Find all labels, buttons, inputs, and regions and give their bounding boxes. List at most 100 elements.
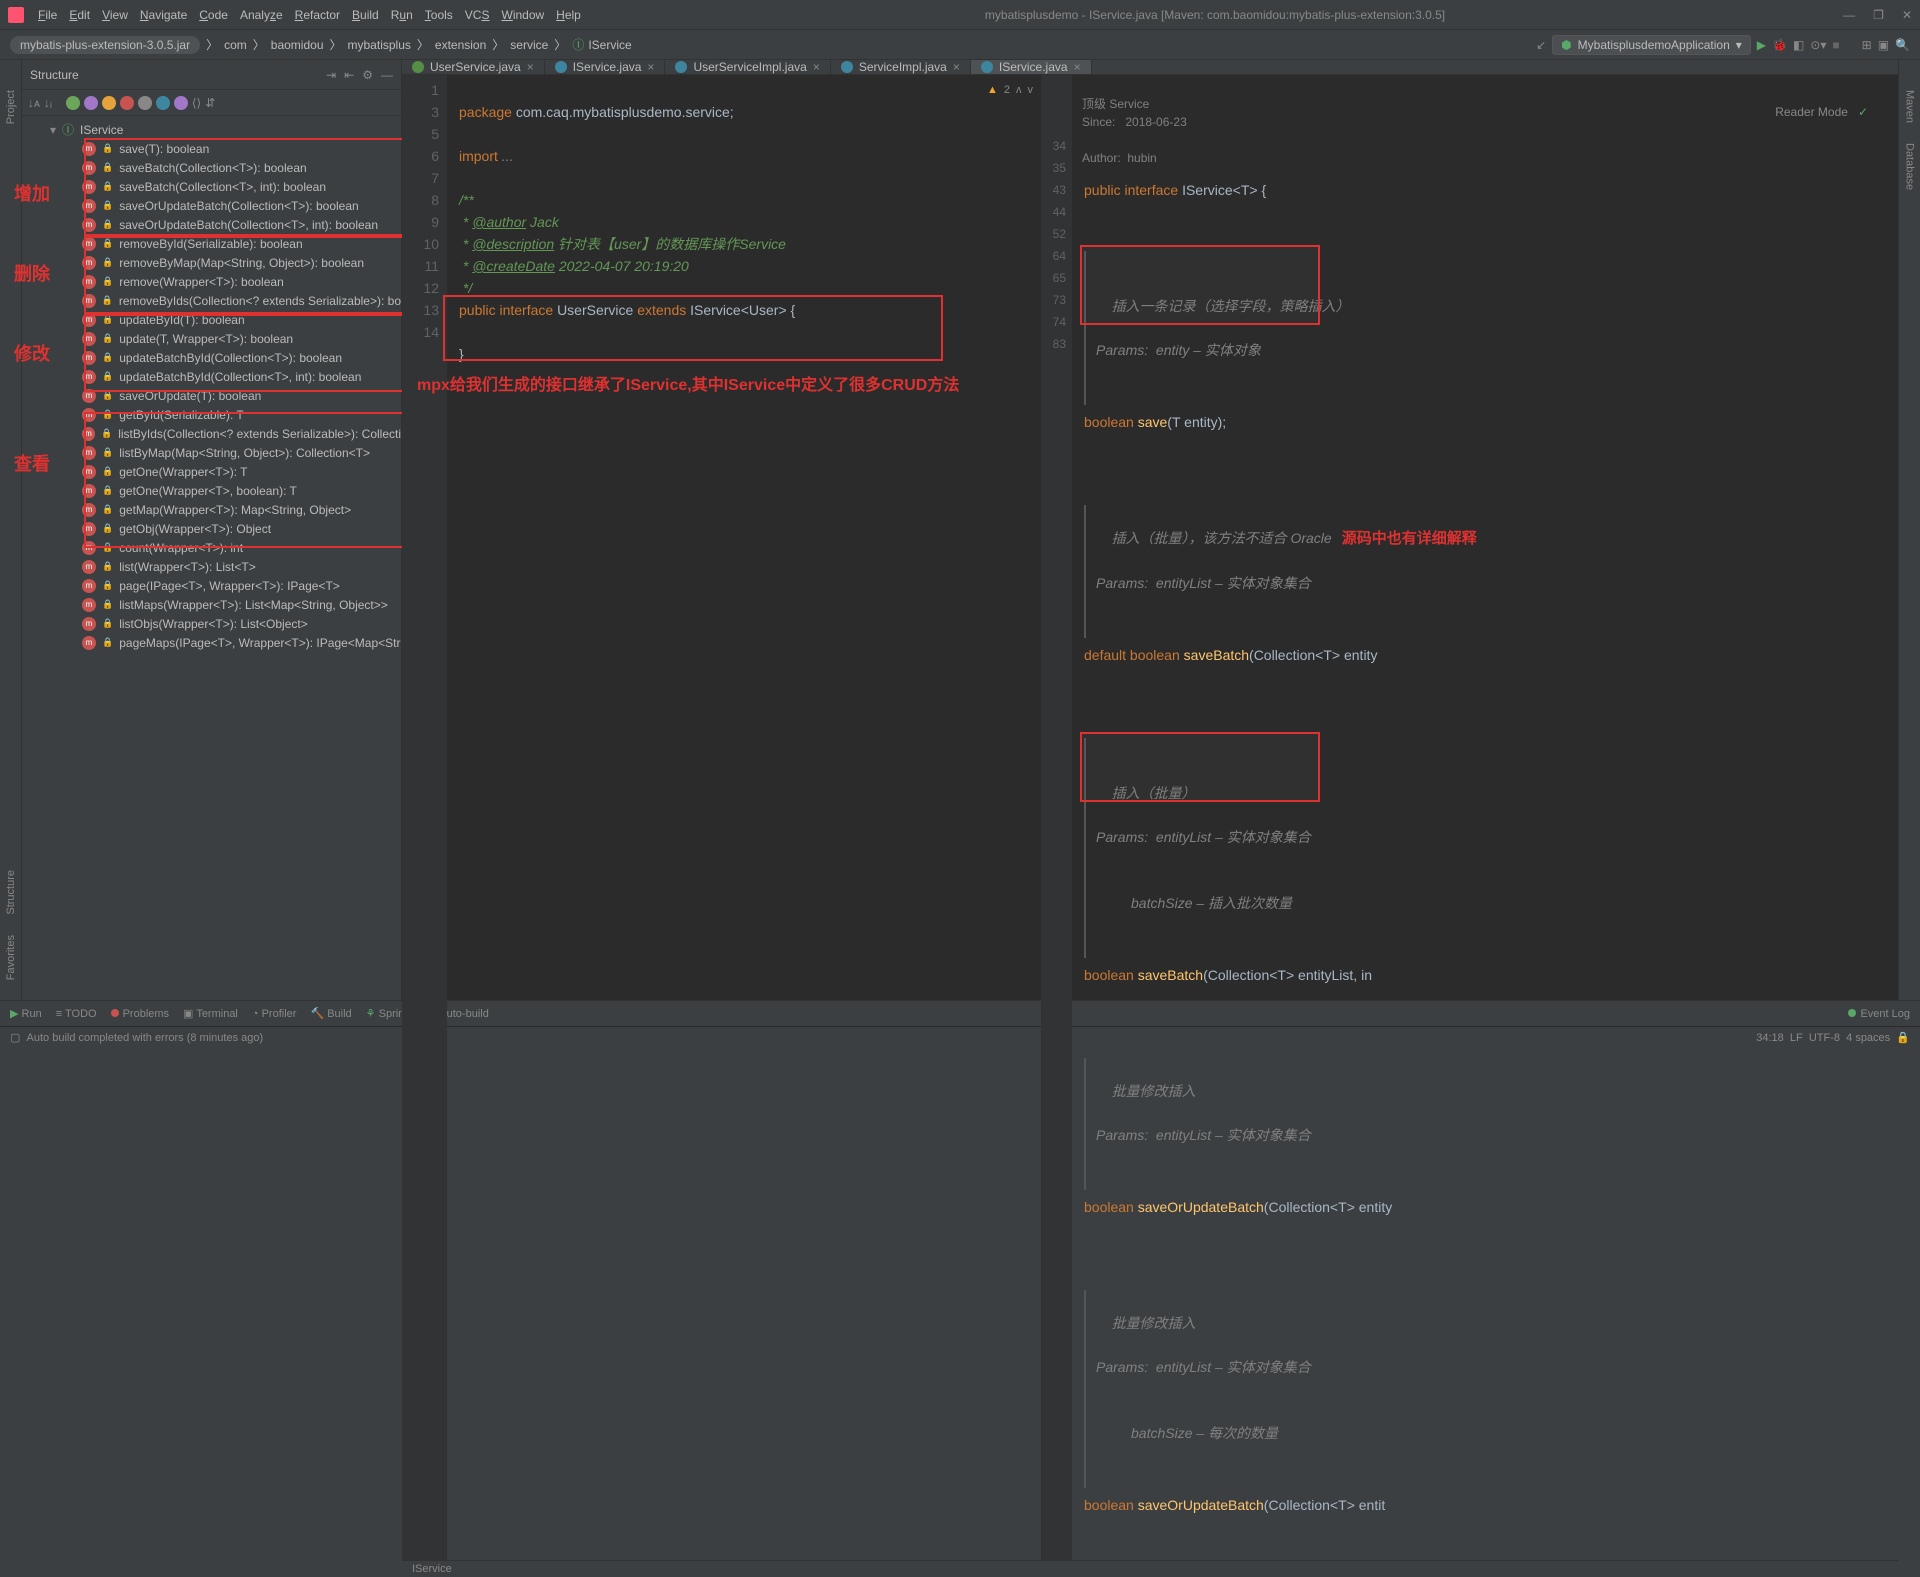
filter-inherited-icon[interactable] [138,96,152,110]
crumb-mybatisplus[interactable]: mybatisplus [348,38,411,52]
tree-method[interactable]: m🔒removeByIds(Collection<? extends Seria… [22,291,401,310]
search-icon[interactable]: 🔍 [1895,38,1910,52]
filter-lambda-icon[interactable] [174,96,188,110]
tree-method[interactable]: m🔒listByMap(Map<String, Object>): Collec… [22,443,401,462]
tab-close-icon[interactable]: × [647,60,654,74]
git-icon[interactable]: ⊞ [1862,38,1872,52]
tab-userservice-java[interactable]: UserService.java× [402,60,545,74]
sort-vis-icon[interactable]: ↓ᵢ [44,96,52,110]
tool-problems[interactable]: Problems [111,1008,169,1020]
editor-crumb-bar[interactable]: IService [402,1560,1898,1577]
sidebar-database[interactable]: Database [1904,143,1916,190]
reader-mode-toggle[interactable]: Reader Mode ✓ [1735,79,1868,145]
menu-refactor[interactable]: Refactor [289,8,346,22]
tab-userserviceimpl-java[interactable]: UserServiceImpl.java× [665,60,830,74]
close-icon[interactable]: ✕ [1902,8,1912,22]
filter-more-icon[interactable]: ⟨⟩ [192,96,201,110]
editor-right[interactable]: 34354344526465737483 顶级 Service Since: 2… [1042,75,1898,1560]
structure-collapse-icon[interactable]: ⇤ [344,68,354,82]
crumb-com[interactable]: com [224,38,247,52]
tree-method[interactable]: m🔒listObjs(Wrapper<T>): List<Object> [22,614,401,633]
menu-window[interactable]: Window [495,8,550,22]
tree-method[interactable]: m🔒saveOrUpdateBatch(Collection<T>): bool… [22,196,401,215]
tree-method[interactable]: m🔒page(IPage<T>, Wrapper<T>): IPage<T> [22,576,401,595]
tree-method[interactable]: m🔒saveBatch(Collection<T>): boolean [22,158,401,177]
tab-iservice-java[interactable]: IService.java× [545,60,666,74]
sync-icon[interactable]: ↙ [1536,38,1546,52]
maximize-icon[interactable]: ❐ [1873,8,1884,22]
run-icon[interactable]: ▶ [1757,38,1766,52]
tree-method[interactable]: m🔒saveBatch(Collection<T>, int): boolean [22,177,401,196]
filter-anon-icon[interactable] [156,96,170,110]
tab-close-icon[interactable]: × [813,60,820,74]
tree-method[interactable]: m🔒listByIds(Collection<? extends Seriali… [22,424,401,443]
tree-method[interactable]: m🔒removeById(Serializable): boolean [22,234,401,253]
tree-method[interactable]: m🔒getOne(Wrapper<T>, boolean): T [22,481,401,500]
minimize-icon[interactable]: — [1843,8,1855,22]
filter-class-icon[interactable] [66,96,80,110]
crumb-baomidou[interactable]: baomidou [271,38,324,52]
crumb-service[interactable]: service [510,38,548,52]
right-code[interactable]: 顶级 Service Since: 2018-06-23 Author: hub… [1072,75,1898,1560]
structure-expand-icon[interactable]: ⇥ [326,68,336,82]
tab-close-icon[interactable]: × [1074,60,1081,74]
tree-method[interactable]: m🔒getOne(Wrapper<T>): T [22,462,401,481]
profile-icon[interactable]: ⊙▾ [1810,38,1826,52]
tree-method[interactable]: m🔒removeByMap(Map<String, Object>): bool… [22,253,401,272]
tree-method[interactable]: m🔒updateById(T): boolean [22,310,401,329]
tree-method[interactable]: m🔒listMaps(Wrapper<T>): List<Map<String,… [22,595,401,614]
tree-method[interactable]: m🔒count(Wrapper<T>): int [22,538,401,557]
stop-icon[interactable]: ■ [1832,38,1839,52]
nav-up-icon[interactable]: ʌ [1016,79,1022,101]
tree-method[interactable]: m🔒list(Wrapper<T>): List<T> [22,557,401,576]
tool-profiler[interactable]: ◔ Profiler [252,1008,297,1020]
tool-terminal[interactable]: ▣ Terminal [183,1007,238,1020]
menu-edit[interactable]: Edit [63,8,96,22]
left-code[interactable]: package com.caq.mybatisplusdemo.service;… [447,75,1041,1560]
sort-alpha-icon[interactable]: ↓ᴀ [28,96,40,110]
coverage-icon[interactable]: ◧ [1793,38,1804,52]
menu-view[interactable]: View [96,8,134,22]
menu-build[interactable]: Build [346,8,385,22]
menu-vcs[interactable]: VCS [459,8,496,22]
menu-run[interactable]: Run [385,8,419,22]
tree-method[interactable]: m🔒getMap(Wrapper<T>): Map<String, Object… [22,500,401,519]
status-lock-icon[interactable]: 🔒 [1896,1031,1910,1044]
tree-method[interactable]: m🔒pageMaps(IPage<T>, Wrapper<T>): IPage<… [22,633,401,652]
sidebar-structure[interactable]: Structure [5,870,17,915]
crumb-extension[interactable]: extension [435,38,486,52]
sidebar-favorites[interactable]: Favorites [5,935,17,980]
filter-property-icon[interactable] [84,96,98,110]
sidebar-maven[interactable]: Maven [1904,90,1916,123]
tree-method[interactable]: m🔒updateBatchById(Collection<T>): boolea… [22,348,401,367]
menu-help[interactable]: Help [550,8,587,22]
tool-todo[interactable]: ≡ TODO [56,1008,97,1020]
sidebar-project[interactable]: Project [5,90,17,124]
menu-analyze[interactable]: Analyze [234,8,289,22]
tree-method[interactable]: m🔒saveOrUpdateBatch(Collection<T>, int):… [22,215,401,234]
layout-icon[interactable]: ▣ [1878,38,1889,52]
filter-lock-icon[interactable] [120,96,134,110]
tree-root[interactable]: ▾ Ⓘ IService [22,120,401,139]
tab-iservice-java[interactable]: IService.java× [971,60,1092,74]
debug-icon[interactable]: 🐞 [1772,38,1787,52]
warn-icon[interactable]: ▲ [987,79,998,101]
menu-file[interactable]: File [32,8,63,22]
tool-run[interactable]: ▶ Run [10,1007,42,1020]
tree-method[interactable]: m🔒getObj(Wrapper<T>): Object [22,519,401,538]
tree-method[interactable]: m🔒save(T): boolean [22,139,401,158]
tree-method[interactable]: m🔒getById(Serializable): T [22,405,401,424]
run-config-selector[interactable]: ⬢ MybatisplusdemoApplication ▾ [1552,35,1751,55]
structure-hide-icon[interactable]: — [381,68,393,82]
tab-serviceimpl-java[interactable]: ServiceImpl.java× [831,60,971,74]
status-icon[interactable]: ▢ [10,1031,20,1044]
tree-method[interactable]: m🔒remove(Wrapper<T>): boolean [22,272,401,291]
nav-down-icon[interactable]: v [1028,79,1034,101]
editor-left[interactable]: 13567891011121314 package com.caq.mybati… [402,75,1042,1560]
crumb-jar[interactable]: mybatis-plus-extension-3.0.5.jar [10,36,200,54]
menu-code[interactable]: Code [193,8,234,22]
tab-close-icon[interactable]: × [527,60,534,74]
structure-gear-icon[interactable]: ⚙ [362,68,373,82]
tool-build[interactable]: 🔨 Build [310,1007,351,1020]
tree-method[interactable]: m🔒saveOrUpdate(T): boolean [22,386,401,405]
